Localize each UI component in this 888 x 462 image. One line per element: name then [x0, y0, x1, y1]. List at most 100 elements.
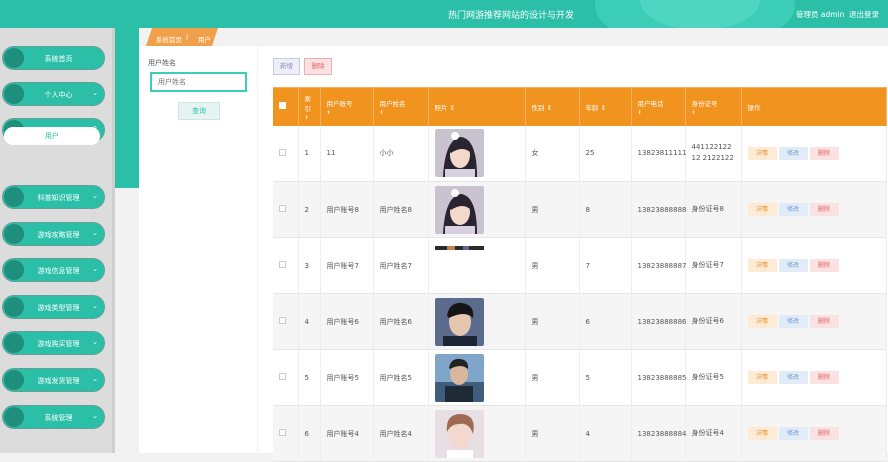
sidebar-item[interactable]: 游戏购买管理 ⌄ — [2, 331, 105, 355]
name-cell: 用户姓名8 — [373, 181, 429, 238]
gender-cell: 男 — [525, 237, 580, 294]
logout-link[interactable]: 退出登录 — [849, 9, 879, 20]
edit-button[interactable]: 修改 — [778, 146, 808, 160]
edit-button[interactable]: 修改 — [778, 315, 808, 328]
gender-cell: 女 — [525, 125, 580, 182]
row-checkbox-cell — [273, 125, 299, 182]
table-row: 2 用户账号8 用户姓名8 男 8 13823888888 身份证号8 详情 修改 删除 — [273, 181, 887, 238]
row-checkbox-cell — [273, 405, 299, 462]
edit-button[interactable]: 修改 — [778, 427, 808, 440]
delete-button[interactable]: 删除 — [809, 371, 839, 384]
idcard-cell: 身份证号6 — [685, 293, 742, 350]
detail-button[interactable]: 详情 — [747, 315, 777, 328]
column-header[interactable]: 索引 ⇕ — [298, 87, 321, 126]
username-search-input[interactable] — [150, 72, 247, 92]
delete-button[interactable]: 删除 — [809, 203, 839, 216]
batch-delete-button[interactable]: 删除 — [304, 58, 332, 75]
idcard-cell: 44112212212 2122122 — [685, 125, 742, 182]
sidebar-item[interactable]: 个人中心 ⌄ — [2, 82, 105, 106]
column-header[interactable]: 性别 ⇕ — [525, 87, 580, 126]
age-cell: 5 — [579, 349, 632, 406]
row-checkbox[interactable] — [279, 261, 286, 268]
sidebar-item[interactable]: 科普知识管理 ⌄ — [2, 185, 105, 209]
photo-cell — [428, 237, 526, 294]
sidebar-item[interactable]: 游戏发货管理 ⌄ — [2, 368, 105, 392]
column-header[interactable]: 身份证号 ⇕ — [685, 87, 742, 126]
detail-button[interactable]: 详情 — [747, 146, 777, 160]
column-header-label: 照片 — [434, 103, 448, 112]
sidebar-item[interactable]: 系统首页 — [2, 46, 105, 70]
row-checkbox[interactable] — [279, 317, 286, 324]
search-label: 用户姓名 — [148, 59, 176, 67]
sort-icon[interactable]: ⇕ — [547, 104, 552, 112]
sort-icon[interactable]: ⇕ — [601, 104, 606, 112]
index-cell: 4 — [298, 293, 321, 350]
sort-icon[interactable]: ⇕ — [305, 115, 314, 121]
idcard-cell: 身份证号7 — [685, 237, 742, 294]
row-checkbox-cell — [273, 349, 299, 406]
detail-button[interactable]: 详情 — [747, 371, 777, 384]
table-row: 5 用户账号5 用户姓名5 男 5 13823888885 身份证号5 详情 修改 删除 — [273, 349, 887, 406]
row-checkbox[interactable] — [279, 205, 286, 212]
column-header: 操作 — [741, 87, 887, 126]
gender-cell: 男 — [525, 349, 580, 406]
delete-button[interactable]: 删除 — [809, 315, 839, 328]
edit-button[interactable]: 修改 — [778, 259, 808, 272]
phone-cell: 13823888885 — [631, 349, 687, 406]
menu-icon — [4, 84, 24, 104]
sort-icon[interactable]: ⇕ — [450, 104, 455, 112]
column-header-label: 用户账号 — [326, 99, 353, 108]
current-user: 管理员 admin — [796, 10, 845, 19]
sidebar-item[interactable]: 游戏攻略管理 ⌄ — [2, 222, 105, 246]
detail-button[interactable]: 详情 — [747, 203, 777, 216]
chevron-icon: ⌄ — [92, 192, 98, 200]
row-checkbox[interactable] — [279, 429, 286, 436]
detail-button[interactable]: 详情 — [747, 427, 777, 440]
column-header[interactable]: 用户姓名 ⇕ — [373, 87, 429, 126]
sidebar-item-label: 科普知识管理 — [37, 194, 80, 202]
edit-button[interactable]: 修改 — [778, 371, 808, 384]
phone-cell: 13823811111 — [631, 125, 687, 182]
breadcrumb-home[interactable]: 系统首页 — [156, 34, 182, 44]
sidebar-item[interactable]: 游戏类型管理 ⌄ — [2, 295, 105, 319]
add-button[interactable]: 新增 — [273, 58, 300, 75]
column-header[interactable]: 年龄 ⇕ — [579, 87, 632, 126]
delete-button[interactable]: 删除 — [809, 427, 839, 440]
column-header-label: 操作 — [747, 103, 761, 112]
sidebar-item-label: 个人中心 — [44, 91, 73, 99]
column-header[interactable]: 照片 ⇕ — [428, 87, 526, 126]
row-checkbox-cell — [273, 181, 299, 238]
delete-button[interactable]: 删除 — [809, 259, 839, 272]
row-checkbox[interactable] — [279, 373, 286, 380]
sort-icon[interactable]: ⇕ — [380, 110, 422, 116]
sort-icon[interactable]: ⇕ — [638, 110, 679, 116]
detail-button[interactable]: 详情 — [747, 259, 777, 272]
delete-button[interactable]: 删除 — [809, 146, 839, 160]
sort-icon[interactable]: ⇕ — [327, 110, 367, 116]
user-photo — [434, 297, 519, 346]
sidebar-item-label: 游戏发货管理 — [37, 377, 80, 385]
account-cell: 用户账号5 — [320, 349, 374, 406]
edit-button[interactable]: 修改 — [778, 203, 808, 216]
query-button[interactable]: 查询 — [178, 102, 220, 120]
chevron-icon: ⌄ — [92, 302, 98, 310]
select-all-checkbox[interactable] — [279, 102, 286, 110]
name-cell: 用户姓名7 — [373, 237, 429, 294]
chevron-icon: ⌄ — [92, 89, 98, 97]
row-checkbox[interactable] — [279, 148, 286, 156]
gender-cell: 男 — [525, 181, 580, 238]
user-photo — [434, 129, 519, 178]
table-row: 3 用户账号7 用户姓名7 男 7 13823888887 身份证号7 详情 修改 删除 — [273, 237, 887, 294]
sidebar-item[interactable]: 系统管理 ⌄ — [2, 405, 105, 429]
photo-cell — [428, 125, 526, 182]
photo-cell — [428, 349, 526, 406]
account-cell: 用户账号4 — [320, 405, 374, 462]
column-header[interactable]: 用户账号 ⇕ — [320, 87, 374, 126]
menu-icon — [4, 224, 24, 244]
sort-icon[interactable]: ⇕ — [692, 110, 735, 116]
submenu-item-user[interactable]: 用户 — [4, 127, 100, 145]
age-cell: 4 — [579, 405, 632, 462]
sidebar-item[interactable]: 游戏信息管理 ⌄ — [2, 258, 105, 282]
phone-cell: 13823888887 — [631, 237, 687, 294]
column-header[interactable]: 用户电话 ⇕ — [631, 87, 686, 126]
